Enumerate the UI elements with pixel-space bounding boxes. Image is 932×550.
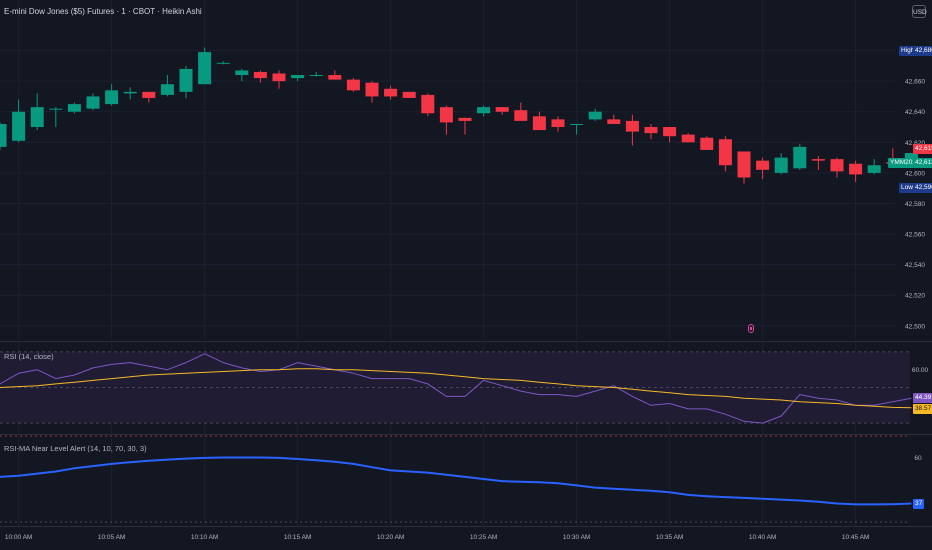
candle-body (663, 127, 677, 137)
candle-body (198, 52, 212, 85)
last-price-green-tag: 42,613 (913, 158, 932, 168)
candle-body (867, 165, 881, 173)
candle-body (235, 70, 249, 76)
candle-body (49, 108, 63, 110)
rsi-ma-value-tag: 38.57 (913, 403, 932, 414)
time-tick-label: 10:20 AM (377, 534, 404, 541)
candle-body (607, 119, 621, 124)
alert-panel-title[interactable]: RSI-MA Near Level Alert (14, 10, 70, 30,… (4, 444, 147, 453)
candle-body (811, 159, 825, 161)
candle-body (514, 110, 528, 121)
candle-body (402, 91, 416, 98)
candle-body (216, 62, 230, 64)
candle-body (160, 84, 174, 95)
candle-body (365, 82, 379, 97)
time-tick-label: 10:30 AM (563, 534, 590, 541)
candle-body (86, 96, 100, 109)
time-tick-label: 10:10 AM (191, 534, 218, 541)
event-marker-icon[interactable] (748, 324, 754, 333)
last-price-tag: 42,615 (913, 143, 932, 154)
candle-body (421, 94, 435, 114)
time-tick-label: 10:40 AM (749, 534, 776, 541)
chart-window: 10:00 AM 10:05 AM 10:10 AM 10:15 AM 10:20 AM… (0, 0, 932, 550)
price-tick-label: 42,640 (905, 109, 925, 116)
candle-body (328, 75, 342, 80)
rsi-axis-label: 60.00 (912, 367, 929, 374)
candle-body (570, 123, 584, 125)
price-tick-label: 42,500 (905, 323, 925, 330)
candle-body (67, 104, 81, 112)
candle-body (849, 163, 863, 175)
candle-body (179, 68, 193, 92)
candle-body (346, 79, 360, 91)
candle-body (477, 107, 491, 114)
time-tick-label: 10:15 AM (284, 534, 311, 541)
time-tick-label: 10:05 AM (98, 534, 125, 541)
candle-body (253, 71, 267, 79)
candle-body (551, 119, 565, 128)
candle-body (142, 91, 156, 98)
rsi-band (0, 351, 910, 424)
candle-body (830, 159, 844, 172)
candle-body (309, 75, 323, 77)
candle-body (291, 75, 305, 79)
chart-title: E-mini Dow Jones ($5) Futures · 1 · CBOT… (4, 7, 202, 16)
candle-body (439, 107, 453, 123)
low-value-tag: 42,590 (913, 183, 932, 194)
candle-body (681, 134, 695, 143)
alert-line (0, 456, 912, 506)
price-tick-label: 42,660 (905, 79, 925, 86)
price-tick-label: 42,520 (905, 293, 925, 300)
candle-body (30, 107, 44, 128)
time-tick-label: 10:00 AM (5, 534, 32, 541)
candle-body (756, 160, 770, 170)
alert-axis-label: 60 (914, 455, 922, 462)
price-tick-label: 42,580 (905, 201, 925, 208)
rsi-value-tag: 44.39 (913, 393, 932, 404)
rsi-panel-title[interactable]: RSI (14, close) (4, 352, 54, 361)
candle-body (0, 123, 7, 147)
candle-body (384, 88, 398, 97)
candle-body (700, 137, 714, 150)
time-tick-label: 10:35 AM (656, 534, 683, 541)
chart-canvas[interactable]: 10:00 AM 10:05 AM 10:10 AM 10:15 AM 10:20 AM… (0, 0, 932, 550)
price-tick-label: 42,600 (905, 170, 925, 177)
candle-body (105, 90, 119, 105)
candle-body (718, 139, 732, 166)
alert-value-tag: 37 (913, 498, 925, 509)
candle-body (774, 157, 788, 173)
candle-body (644, 127, 658, 134)
time-tick-label: 10:25 AM (470, 534, 497, 541)
candle-body (458, 117, 472, 121)
currency-button[interactable]: USD (912, 5, 927, 18)
candle-body (737, 151, 751, 178)
high-value-tag: 42,680 (913, 45, 932, 56)
candle-body (12, 111, 26, 141)
candle-body (588, 111, 602, 120)
candle-body (625, 120, 639, 132)
candle-body (272, 73, 286, 82)
candle-body (532, 116, 546, 131)
candle-body (793, 146, 807, 169)
time-tick-label: 10:45 AM (842, 534, 869, 541)
price-tick-label: 42,560 (905, 232, 925, 239)
price-tick-label: 42,540 (905, 262, 925, 269)
candle-body (495, 107, 509, 112)
candle-body (123, 91, 137, 94)
